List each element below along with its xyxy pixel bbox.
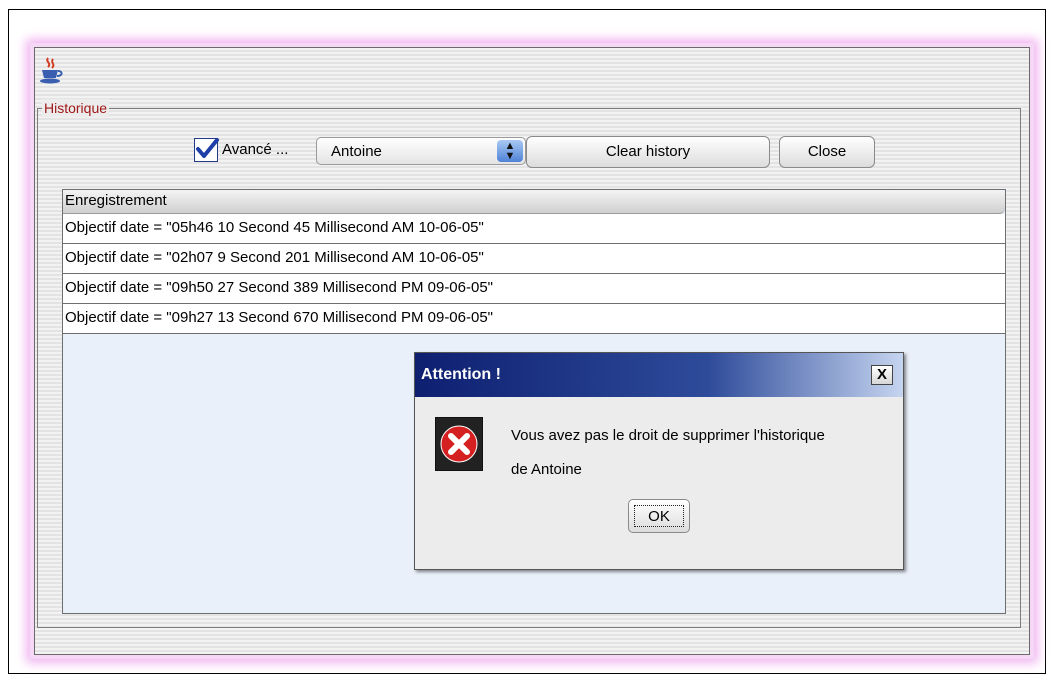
ok-button[interactable]: OK [628,499,690,533]
attention-dialog: Attention ! X Vous avez pas le droit de … [414,352,904,570]
close-button[interactable]: Close [779,136,875,168]
error-x-icon [435,417,483,471]
toolbar: Avancé ... Antoine ▲ ▼ Clear history Clos… [38,131,1020,169]
spinner-arrows-icon[interactable]: ▲ ▼ [497,140,523,162]
ok-button-label: OK [634,505,684,527]
dialog-title: Attention ! [415,353,903,397]
user-select[interactable]: Antoine ▲ ▼ [316,137,526,165]
table-row[interactable]: Objectif date = "05h46 10 Second 45 Mill… [63,214,1005,244]
advanced-label[interactable]: Avancé ... [222,141,288,158]
table-row[interactable]: Objectif date = "02h07 9 Second 201 Mill… [63,244,1005,274]
user-select-value: Antoine [331,143,382,160]
table-row[interactable]: Objectif date = "09h50 27 Second 389 Mil… [63,274,1005,304]
clear-history-button[interactable]: Clear history [526,136,770,168]
advanced-checkbox[interactable] [194,138,219,162]
dialog-message-line1: Vous avez pas le droit de supprimer l'hi… [511,427,825,444]
dialog-message-line2: de Antoine [511,461,582,478]
java-cup-icon[interactable] [39,56,63,86]
table-row[interactable]: Objectif date = "09h27 13 Second 670 Mil… [63,304,1005,334]
dialog-close-button[interactable]: X [871,365,893,385]
title-bar [35,48,1029,92]
table-header[interactable]: Enregistrement [63,190,1005,214]
dialog-message: Vous avez pas le droit de supprimer l'hi… [511,419,891,487]
checkmark-icon [196,138,219,158]
group-title: Historique [42,99,110,117]
